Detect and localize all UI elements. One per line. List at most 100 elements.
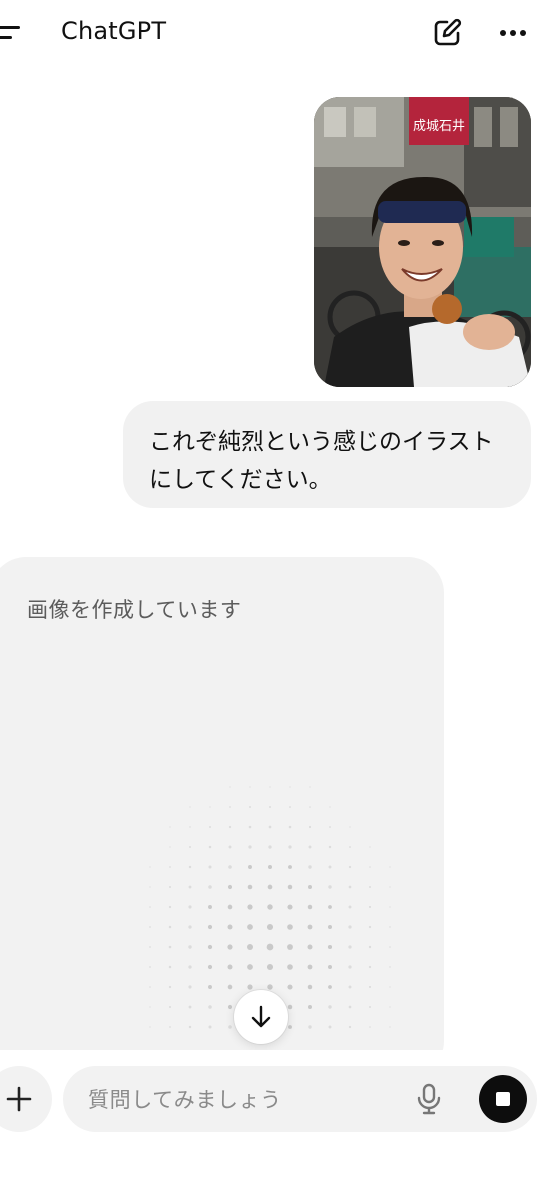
loading-dot	[169, 866, 171, 868]
loading-dot	[369, 846, 371, 848]
loading-dot	[149, 866, 151, 868]
loading-dot	[247, 984, 253, 990]
loading-dot	[247, 884, 253, 890]
more-horizontal-icon[interactable]	[494, 16, 532, 50]
loading-dot	[288, 865, 292, 869]
loading-dot	[369, 866, 371, 868]
loading-dot	[267, 904, 273, 910]
loading-dot	[207, 944, 213, 950]
loading-dot	[348, 885, 352, 889]
loading-dot	[229, 806, 231, 808]
loading-dot	[307, 964, 313, 970]
app-header: ChatGPT	[0, 0, 555, 66]
loading-dot	[149, 906, 151, 908]
loading-dot	[149, 1026, 151, 1028]
loading-dot	[269, 786, 271, 788]
user-message-bubble: これぞ純烈という感じのイラスト にしてください。	[123, 401, 531, 508]
loading-dot	[267, 984, 273, 990]
loading-dot	[287, 944, 293, 950]
new-chat-icon[interactable]	[430, 16, 464, 50]
loading-dot	[149, 966, 151, 968]
loading-dot	[308, 865, 312, 869]
loading-dot	[327, 924, 333, 930]
loading-dot	[307, 924, 313, 930]
loading-dot	[307, 984, 313, 990]
loading-dot	[267, 864, 273, 870]
loading-dot	[169, 1026, 171, 1028]
user-message-line-1: これぞ純烈という感じのイラスト	[149, 429, 494, 455]
loading-dot	[168, 945, 172, 949]
loading-dot	[188, 965, 192, 969]
loading-dot	[247, 964, 253, 970]
loading-dot	[227, 944, 233, 950]
loading-dot	[209, 806, 211, 808]
loading-dot	[328, 1005, 332, 1009]
loading-dot	[248, 845, 252, 849]
loading-dot	[249, 806, 251, 808]
loading-dot	[268, 825, 272, 829]
loading-dot	[149, 926, 151, 928]
loading-dot	[389, 926, 391, 928]
loading-dot	[348, 945, 352, 949]
app-title[interactable]: ChatGPT	[61, 17, 166, 45]
loading-dot	[389, 946, 391, 948]
loading-dot	[309, 806, 311, 808]
loading-dot	[329, 806, 331, 808]
loading-dot	[307, 884, 313, 890]
loading-dot	[288, 825, 292, 829]
loading-dot	[188, 865, 192, 869]
loading-dot	[267, 884, 273, 890]
loading-dot	[348, 985, 352, 989]
loading-dot	[368, 985, 372, 989]
user-message-line-2: にしてください。	[149, 467, 332, 493]
loading-dot	[248, 825, 252, 829]
loading-dot	[389, 1026, 391, 1028]
chat-screen: ChatGPT 成城石井 これぞ純烈という感じのイラスト にしてください。 画像…	[0, 0, 555, 1200]
plus-icon	[6, 1086, 32, 1112]
loading-dot	[308, 1025, 312, 1029]
loading-dot	[328, 865, 332, 869]
loading-dot	[208, 885, 212, 889]
microphone-icon[interactable]	[415, 1083, 443, 1115]
loading-dot	[188, 905, 192, 909]
loading-dot	[369, 886, 371, 888]
loading-dot	[227, 904, 233, 910]
loading-dot	[328, 1025, 332, 1029]
loading-dot	[208, 1005, 212, 1009]
loading-dot	[168, 965, 172, 969]
loading-dot	[188, 885, 192, 889]
loading-dot	[389, 966, 391, 968]
menu-icon[interactable]	[0, 18, 28, 48]
loading-dot	[389, 866, 391, 868]
loading-dot	[389, 1006, 391, 1008]
loading-dot	[266, 963, 274, 971]
loading-dot	[368, 945, 372, 949]
loading-dot	[189, 846, 191, 848]
loading-dot	[247, 924, 253, 930]
loading-dot	[168, 885, 172, 889]
loading-dot	[289, 806, 291, 808]
loading-dot	[287, 884, 293, 890]
loading-dot	[368, 925, 372, 929]
user-photo[interactable]: 成城石井	[314, 97, 531, 387]
loading-dot	[389, 906, 391, 908]
loading-dot	[189, 806, 191, 808]
loading-dot	[246, 943, 254, 951]
loading-dot	[328, 845, 332, 849]
loading-dot	[287, 924, 293, 930]
loading-dot	[268, 845, 272, 849]
scroll-down-button[interactable]	[234, 990, 288, 1044]
loading-dot	[349, 846, 351, 848]
loading-dot	[287, 964, 293, 970]
message-input[interactable]: 質問してみましょう	[63, 1066, 537, 1132]
loading-dot	[249, 786, 251, 788]
loading-dot	[169, 826, 171, 828]
stop-button[interactable]	[479, 1075, 527, 1123]
loading-dot	[287, 904, 293, 910]
loading-dot	[308, 825, 312, 829]
loading-dot	[227, 884, 233, 890]
loading-dot	[328, 905, 332, 909]
loading-dot	[188, 925, 192, 929]
loading-dot	[188, 1025, 192, 1029]
loading-dot	[248, 865, 252, 869]
